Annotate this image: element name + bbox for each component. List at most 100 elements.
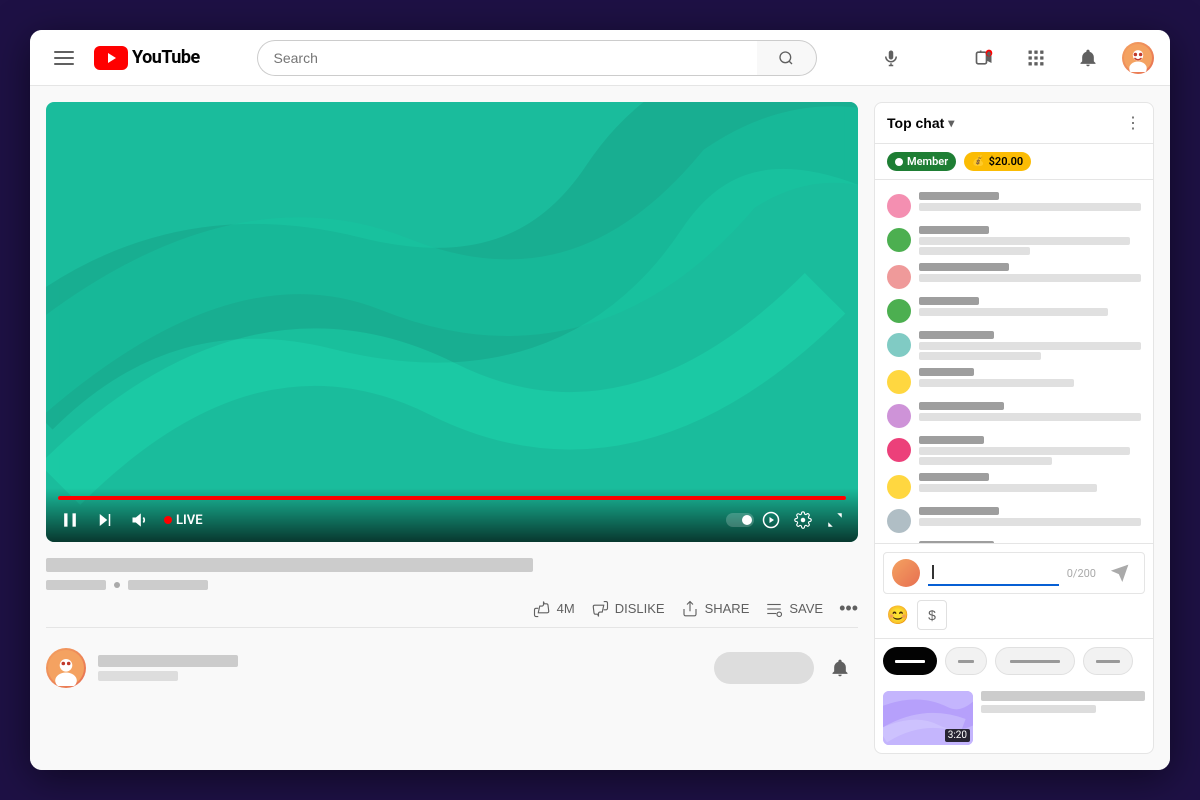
chat-title-button[interactable]: Top chat ▾ [887, 115, 954, 131]
microphone-button[interactable] [873, 40, 909, 76]
volume-button[interactable] [128, 508, 152, 532]
emoji-button[interactable]: 😊 [883, 600, 913, 630]
play-pause-button[interactable] [58, 508, 82, 532]
chat-text [919, 447, 1130, 455]
rec-video-meta [981, 705, 1096, 713]
filter-chip-2[interactable] [945, 647, 987, 675]
chat-user-avatar [887, 475, 911, 499]
like-icon [533, 600, 551, 618]
main-content: LIVE [30, 86, 1170, 770]
chat-user-avatar [887, 299, 911, 323]
youtube-logo[interactable]: YouTube [94, 46, 200, 70]
video-meta [46, 580, 858, 590]
chat-message-content [919, 297, 1141, 316]
notifications-icon [1078, 48, 1098, 68]
chat-username [919, 226, 989, 234]
chat-username [919, 368, 974, 376]
search-container [257, 40, 817, 76]
chat-message [879, 432, 1149, 469]
notification-bell-button[interactable] [822, 650, 858, 686]
create-icon: + [974, 48, 994, 68]
chat-username [919, 402, 1004, 410]
controls-row: LIVE [58, 508, 846, 532]
share-button[interactable]: SHARE [681, 600, 750, 618]
save-button[interactable]: SAVE [765, 600, 823, 618]
chat-header: Top chat ▾ ⋮ [875, 103, 1153, 144]
chat-username [919, 297, 979, 305]
next-button[interactable] [94, 509, 116, 531]
member-badge: Member [887, 152, 956, 171]
subscriber-count [98, 671, 178, 681]
live-dot [164, 516, 172, 524]
chat-user-avatar [887, 194, 911, 218]
video-background [46, 102, 858, 542]
filter-chip-4[interactable] [1083, 647, 1133, 675]
superchat-button[interactable]: $ [917, 600, 947, 630]
circle-play-button[interactable] [760, 509, 782, 531]
send-button[interactable] [1104, 557, 1136, 589]
bell-icon [830, 658, 850, 678]
chat-message [879, 259, 1149, 293]
chat-message [879, 188, 1149, 222]
filter-chip-3[interactable] [995, 647, 1075, 675]
rec-video-title [981, 691, 1145, 701]
chat-user-avatar [887, 333, 911, 357]
member-text: Member [907, 155, 948, 168]
chat-message-content [919, 436, 1141, 465]
youtube-text: YouTube [132, 47, 200, 68]
video-player[interactable]: LIVE [46, 102, 858, 542]
filter-chip-all[interactable] [883, 647, 937, 675]
dislike-button[interactable]: DISLIKE [591, 600, 665, 618]
apps-button[interactable] [1018, 40, 1054, 76]
progress-bar[interactable] [58, 496, 846, 500]
chat-username [919, 507, 999, 515]
chat-username [919, 473, 989, 481]
chat-username [919, 436, 984, 444]
svg-text:+: + [987, 51, 990, 57]
chat-message [879, 398, 1149, 432]
apps-icon [1026, 48, 1046, 68]
char-count: 0/200 [1067, 567, 1096, 580]
notifications-button[interactable] [1070, 40, 1106, 76]
like-button[interactable]: 4M [533, 600, 575, 618]
fullscreen-button[interactable] [824, 509, 846, 531]
search-button[interactable] [757, 40, 817, 76]
chat-user-avatar [887, 228, 911, 252]
chat-text-input[interactable] [928, 561, 1059, 586]
share-icon [681, 600, 699, 618]
more-options-button[interactable]: ••• [839, 598, 858, 619]
chat-text [919, 379, 1074, 387]
header-icons: + [966, 40, 1154, 76]
chat-text [919, 274, 1141, 282]
search-input[interactable] [257, 40, 757, 76]
chat-more-button[interactable]: ⋮ [1125, 113, 1141, 133]
live-badge: LIVE [164, 513, 203, 528]
settings-button[interactable] [792, 509, 814, 531]
superchat-amount: $20.00 [989, 155, 1024, 168]
create-button[interactable]: + [966, 40, 1002, 76]
recommended-video[interactable]: 3:20 [883, 691, 1145, 745]
chat-message [879, 503, 1149, 537]
user-avatar[interactable] [1122, 42, 1154, 74]
chat-panel: Top chat ▾ ⋮ Member 💰 $20.00 [874, 102, 1154, 754]
header: YouTube + [30, 30, 1170, 86]
pause-icon [60, 510, 80, 530]
channel-name [98, 655, 238, 667]
chat-username [919, 263, 1009, 271]
chat-messages [875, 180, 1153, 543]
meta-dot [114, 582, 120, 588]
chat-text [919, 342, 1141, 350]
hamburger-menu-button[interactable] [46, 40, 82, 76]
microphone-icon [882, 49, 900, 67]
channel-avatar[interactable] [46, 648, 86, 688]
video-controls: LIVE [46, 488, 858, 542]
miniplayer-toggle [726, 509, 782, 531]
chat-text [919, 518, 1141, 526]
chat-message [879, 293, 1149, 327]
right-controls [726, 509, 846, 531]
channel-info [98, 655, 702, 681]
next-icon [96, 511, 114, 529]
progress-fill [58, 496, 846, 500]
chat-user-avatar [887, 438, 911, 462]
chat-text [919, 308, 1108, 316]
